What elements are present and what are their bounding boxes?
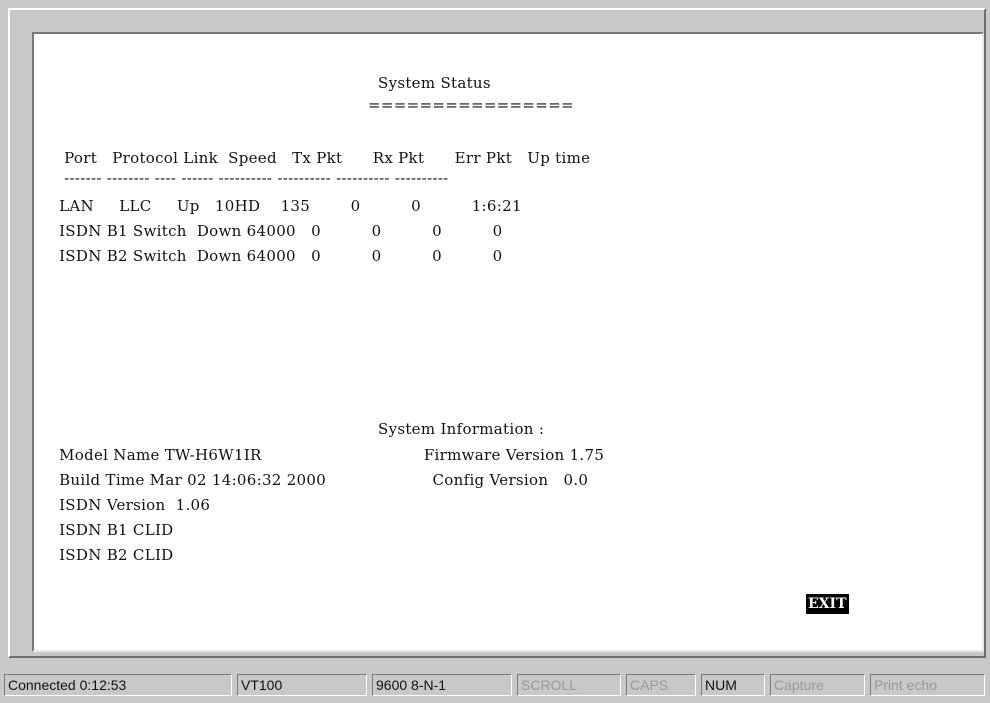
system-information-title: System Information :	[378, 420, 545, 438]
status-caps: CAPS	[626, 674, 696, 696]
status-scroll: SCROLL	[517, 674, 621, 696]
status-row-lan: LAN LLC Up 10HD 135 0 0 1:6:21	[54, 197, 522, 215]
status-connected: Connected 0:12:53	[4, 674, 232, 696]
status-num: NUM	[701, 674, 765, 696]
info-build-config-line: Build Time Mar 02 14:06:32 2000 Config V…	[54, 471, 589, 489]
exit-button[interactable]: EXIT	[806, 594, 849, 614]
status-bar: Connected 0:12:53 VT100 9600 8-N-1 SCROL…	[0, 663, 990, 703]
status-table-separator: ------- -------- ---- ------ ---------- …	[54, 169, 449, 187]
status-row-isdn-b2: ISDN B2 Switch Down 64000 0 0 0 0	[54, 247, 503, 265]
status-capture: Capture	[770, 674, 865, 696]
info-isdn-b1-clid-line: ISDN B1 CLID	[54, 521, 174, 539]
terminal-screen[interactable]: System Status ================ Port Prot…	[32, 32, 984, 652]
system-status-underline: ================	[368, 96, 574, 114]
terminal-window: System Status ================ Port Prot…	[8, 8, 986, 658]
system-status-title: System Status	[378, 74, 491, 92]
info-isdn-b2-clid-line: ISDN B2 CLID	[54, 546, 174, 564]
info-isdn-version-line: ISDN Version 1.06	[54, 496, 211, 514]
info-model-firmware-line: Model Name TW-H6W1IR Firmware Version 1.…	[54, 446, 605, 464]
status-port-settings: 9600 8-N-1	[372, 674, 512, 696]
status-table-header: Port Protocol Link Speed Tx Pkt Rx Pkt E…	[54, 149, 591, 167]
status-emulation: VT100	[237, 674, 367, 696]
status-print-echo: Print echo	[870, 674, 985, 696]
status-row-isdn-b1: ISDN B1 Switch Down 64000 0 0 0 0	[54, 222, 503, 240]
